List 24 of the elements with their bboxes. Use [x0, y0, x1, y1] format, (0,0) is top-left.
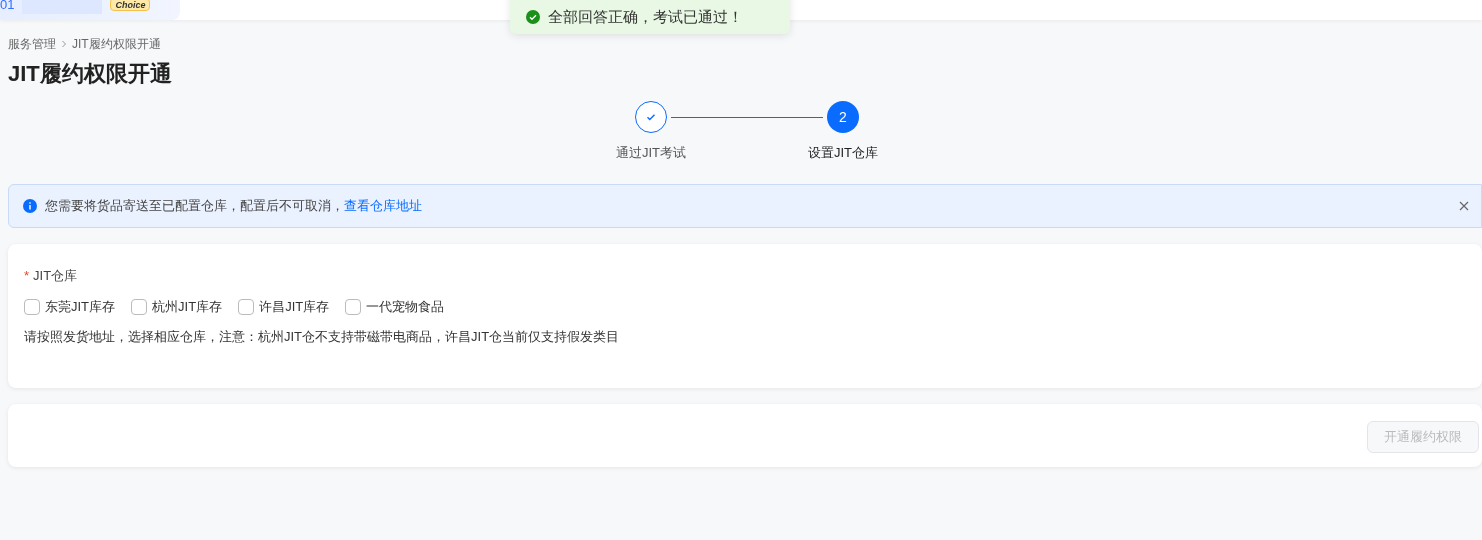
- warehouse-address-link[interactable]: 查看仓库地址: [344, 197, 422, 213]
- choice-badge: Choice: [110, 0, 151, 11]
- toast-text: 全部回答正确，考试已通过！: [548, 6, 743, 27]
- required-asterisk: *: [24, 266, 30, 285]
- info-icon: [23, 198, 37, 213]
- alert-text: 您需要将货品寄送至已配置仓库，配置后不可取消，查看仓库地址: [45, 196, 422, 215]
- checkbox[interactable]: [131, 298, 148, 315]
- checkbox[interactable]: [238, 298, 255, 315]
- checkbox-label[interactable]: 一代宠物食品: [366, 297, 445, 317]
- step-label: 通过JIT考试: [615, 144, 687, 162]
- success-check-icon: [526, 10, 540, 24]
- checkbox-label[interactable]: 杭州JIT库存: [152, 297, 223, 317]
- page-title: JIT履约权限开通: [8, 60, 173, 88]
- checkbox[interactable]: [345, 298, 362, 315]
- checkbox[interactable]: [24, 298, 40, 315]
- step-label: 设置JIT仓库: [807, 144, 879, 162]
- field-label: JIT仓库: [33, 266, 78, 285]
- hint-text: 请按照发货地址，选择相应仓库，注意：杭州JIT仓不支持带磁带电商品，许昌JIT仓当前仅支持假发类目: [24, 327, 621, 346]
- checkbox-label[interactable]: 许昌JIT库存: [259, 297, 330, 317]
- chevron-right-icon: [60, 40, 68, 48]
- account-text: 01: [0, 0, 15, 11]
- breadcrumb-link[interactable]: 服务管理: [8, 35, 56, 53]
- close-icon[interactable]: [1459, 200, 1469, 211]
- checkbox-label[interactable]: 东莞JIT库存: [45, 297, 116, 317]
